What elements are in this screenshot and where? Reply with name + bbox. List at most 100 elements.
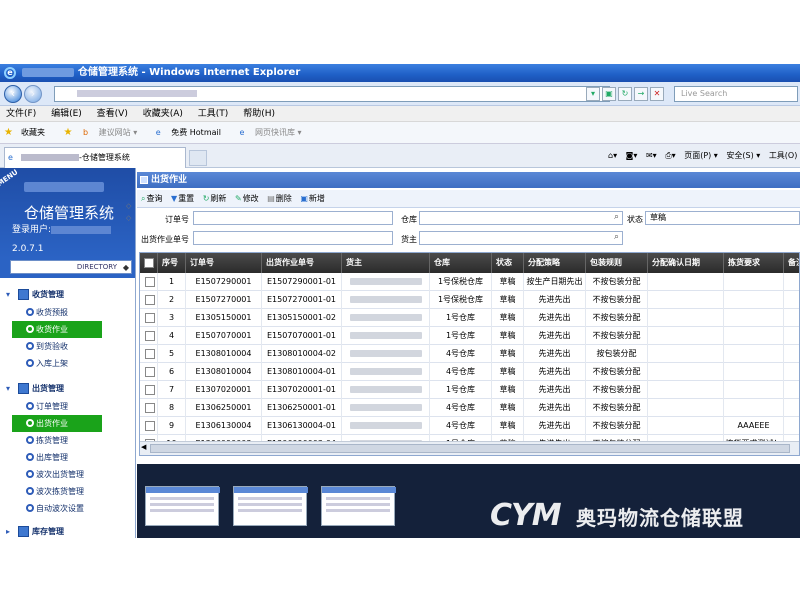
table-row[interactable]: 4 E1507070001 E1507070001-01 1号仓库 草稿 先进先出 不按包装… bbox=[140, 327, 799, 345]
add-button[interactable]: ▣新增 bbox=[300, 190, 325, 208]
col-pick-req[interactable]: 拣货要求 bbox=[724, 253, 784, 273]
query-button[interactable]: ⌕查询 bbox=[141, 190, 162, 208]
col-owner[interactable]: 货主 bbox=[342, 253, 430, 273]
col-pack-rule[interactable]: 包装规则 bbox=[586, 253, 648, 273]
menu-view[interactable]: 查看(V) bbox=[91, 106, 134, 122]
menu-tools[interactable]: 工具(T) bbox=[192, 106, 235, 122]
compat-icon[interactable]: ▣ bbox=[602, 87, 616, 101]
nav-item-wave-picking[interactable]: 波次拣货管理 bbox=[0, 483, 124, 500]
screenshot-thumbnail[interactable] bbox=[233, 486, 308, 526]
screenshot-thumbnail[interactable] bbox=[145, 486, 220, 526]
menu-file[interactable]: 文件(F) bbox=[0, 106, 42, 122]
table-row[interactable]: 9 E1306130004 E1306130004-01 4号仓库 草稿 先进先出 不按包装… bbox=[140, 417, 799, 435]
horizontal-scrollbar[interactable]: ◀ bbox=[140, 441, 799, 455]
reset-button[interactable]: ▼重置 bbox=[171, 190, 194, 208]
nav-item-picking[interactable]: 拣货管理 bbox=[0, 432, 124, 449]
new-tab-button[interactable] bbox=[189, 150, 207, 166]
col-ship-no[interactable]: 出货作业单号 bbox=[262, 253, 342, 273]
select-all-checkbox[interactable] bbox=[144, 258, 154, 268]
scroll-left-icon[interactable]: ◀ bbox=[141, 443, 146, 451]
stop-icon[interactable]: ✕ bbox=[650, 87, 664, 101]
row-checkbox[interactable] bbox=[145, 295, 155, 305]
favorites-button[interactable]: ★ 收藏夹 bbox=[4, 127, 53, 138]
table-row[interactable]: 5 E1308010004 E1308010004-02 4号仓库 草稿 先进先出 按包装分… bbox=[140, 345, 799, 363]
live-search-input[interactable]: Live Search bbox=[674, 86, 798, 102]
col-status[interactable]: 状态 bbox=[492, 253, 524, 273]
row-checkbox[interactable] bbox=[145, 313, 155, 323]
screenshot-thumbnail[interactable] bbox=[321, 486, 396, 526]
row-warehouse: 4号仓库 bbox=[430, 345, 492, 363]
directory-bar[interactable]: DIRECTORY ◆ bbox=[10, 260, 132, 274]
row-pick-req bbox=[724, 327, 784, 345]
search-icon[interactable]: ⌕ bbox=[614, 212, 619, 222]
warehouse-input[interactable]: ⌕ bbox=[419, 211, 623, 225]
row-checkbox[interactable] bbox=[145, 385, 155, 395]
nav-item-shipping-work[interactable]: 出货作业 bbox=[12, 415, 102, 432]
col-confirm-date[interactable]: 分配确认日期 bbox=[648, 253, 724, 273]
row-checkbox[interactable] bbox=[145, 277, 155, 287]
back-icon[interactable]: ‹ bbox=[4, 85, 22, 103]
col-warehouse[interactable]: 仓库 bbox=[430, 253, 492, 273]
nav-item-receipt-forecast[interactable]: 收货预报 bbox=[0, 304, 124, 321]
refresh-icon[interactable]: ↻ bbox=[618, 87, 632, 101]
collapse-icon[interactable]: ◆ bbox=[123, 262, 129, 274]
nav-group-receiving[interactable]: ▾ 收货管理 bbox=[0, 286, 124, 304]
nav-item-receiving-work[interactable]: 收货作业 bbox=[12, 321, 102, 338]
fav-webslice[interactable]: e 网页快讯库 ▾ bbox=[240, 128, 310, 137]
delete-button[interactable]: ▤删除 bbox=[267, 190, 292, 208]
menu-edit[interactable]: 编辑(E) bbox=[45, 106, 88, 122]
fav-suggested[interactable]: ★ b 建议网站 ▾ bbox=[64, 127, 146, 138]
menu-favorites[interactable]: 收藏夹(A) bbox=[137, 106, 189, 122]
fav-hotmail[interactable]: e 免费 Hotmail bbox=[156, 128, 229, 137]
search-icon[interactable]: ⌕ bbox=[614, 232, 619, 242]
ship-no-input[interactable] bbox=[193, 231, 393, 245]
scroll-thumb[interactable] bbox=[150, 444, 790, 453]
action-toolbar: ⌕查询 ▼重置 ↻刷新 ✎修改 ▤删除 ▣新增 bbox=[137, 190, 800, 208]
nav-item-orders[interactable]: 订单管理 bbox=[0, 398, 124, 415]
table-row[interactable]: 7 E1307020001 E1307020001-01 1号仓库 草稿 先进先出 不按包装… bbox=[140, 381, 799, 399]
nav-item-arrival-check[interactable]: 到货验收 bbox=[0, 338, 124, 355]
row-strategy: 先进先出 bbox=[524, 363, 586, 381]
splitter-handle[interactable]: ◇ ◇ bbox=[126, 200, 136, 224]
table-row[interactable]: 2 E1507270001 E1507270001-01 1号保税仓库 草稿 先进先出 不按… bbox=[140, 291, 799, 309]
go-icon[interactable]: → bbox=[634, 87, 648, 101]
nav-item-wave-shipping[interactable]: 波次出货管理 bbox=[0, 466, 124, 483]
nav-group-shipping[interactable]: ▾ 出货管理 bbox=[0, 380, 124, 398]
blurred-owner bbox=[349, 386, 422, 393]
col-seq[interactable]: 序号 bbox=[158, 253, 186, 273]
col-remark[interactable]: 备注 bbox=[784, 253, 799, 273]
feeds-icon[interactable]: ◙▾ bbox=[626, 151, 638, 160]
owner-input[interactable]: ⌕ bbox=[419, 231, 623, 245]
row-checkbox[interactable] bbox=[145, 403, 155, 413]
status-select[interactable]: 草稿 bbox=[645, 211, 800, 225]
row-checkbox[interactable] bbox=[145, 367, 155, 377]
row-checkbox[interactable] bbox=[145, 421, 155, 431]
nav-item-auto-wave[interactable]: 自动波次设置 bbox=[0, 500, 124, 517]
nav-item-outbound[interactable]: 出库管理 bbox=[0, 449, 124, 466]
row-checkbox-cell bbox=[140, 381, 158, 399]
table-row[interactable]: 3 E1305150001 E1305150001-02 1号仓库 草稿 先进先出 不按包装… bbox=[140, 309, 799, 327]
order-no-input[interactable] bbox=[193, 211, 393, 225]
page-menu[interactable]: 页面(P) ▾ bbox=[684, 151, 718, 160]
table-row[interactable]: 1 E1507290001 E1507290001-01 1号保税仓库 草稿 按生产日期先… bbox=[140, 273, 799, 291]
col-strategy[interactable]: 分配策略 bbox=[524, 253, 586, 273]
table-row[interactable]: 6 E1308010004 E1308010004-01 4号仓库 草稿 先进先出 不按包装… bbox=[140, 363, 799, 381]
mail-icon[interactable]: ✉▾ bbox=[646, 151, 657, 160]
refresh-button[interactable]: ↻刷新 bbox=[203, 190, 227, 208]
forward-icon[interactable]: › bbox=[24, 85, 42, 103]
edit-button[interactable]: ✎修改 bbox=[235, 190, 259, 208]
tools-menu[interactable]: 工具(O) ▾ bbox=[769, 151, 800, 160]
address-input[interactable] bbox=[54, 86, 610, 102]
dropdown-icon[interactable]: ▾ bbox=[586, 87, 600, 101]
print-icon[interactable]: ⎙▾ bbox=[665, 151, 675, 160]
tab-active[interactable]: e -仓储管理系统 bbox=[4, 147, 186, 168]
nav-group-inventory[interactable]: ▸ 库存管理 bbox=[0, 523, 124, 538]
table-row[interactable]: 8 E1306250001 E1306250001-01 4号仓库 草稿 先进先出 不按包装… bbox=[140, 399, 799, 417]
row-checkbox[interactable] bbox=[145, 331, 155, 341]
row-checkbox[interactable] bbox=[145, 349, 155, 359]
home-icon[interactable]: ⌂▾ bbox=[608, 151, 617, 160]
nav-item-putaway[interactable]: 入库上架 bbox=[0, 355, 124, 372]
col-order-no[interactable]: 订单号 bbox=[186, 253, 262, 273]
menu-help[interactable]: 帮助(H) bbox=[237, 106, 281, 122]
safety-menu[interactable]: 安全(S) ▾ bbox=[726, 151, 760, 160]
